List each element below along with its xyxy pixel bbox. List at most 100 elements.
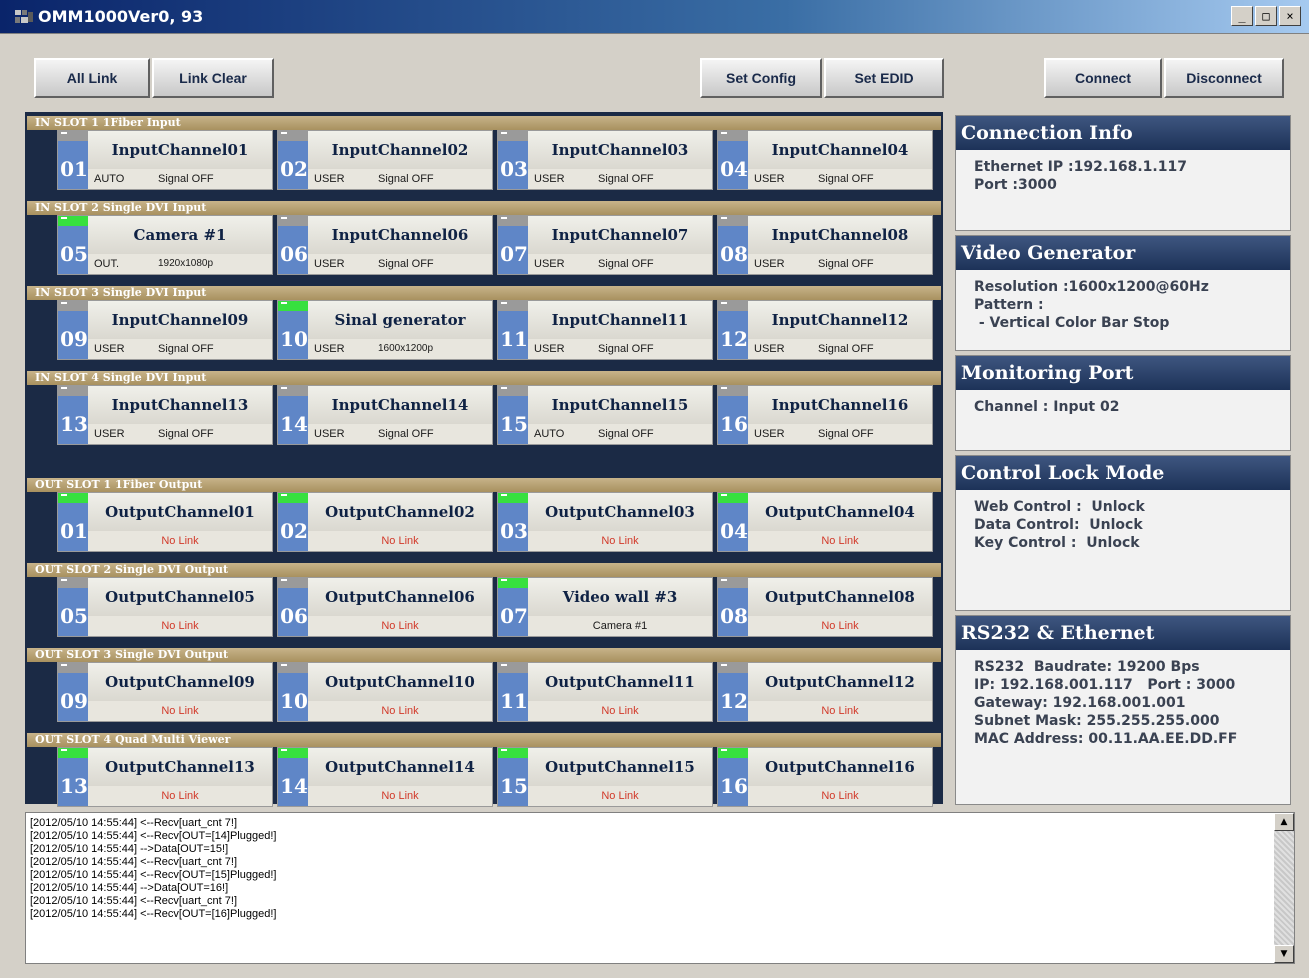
link-status: No Link: [161, 620, 199, 632]
channel-number: 15: [500, 774, 528, 798]
rs232-ethernet-title: RS232 & Ethernet: [956, 616, 1290, 650]
input-channel-cell[interactable]: 15 InputChannel15 AUTO Signal OFF: [497, 385, 713, 445]
log-line: [2012/05/10 14:55:44] <--Recv[uart_cnt 7…: [30, 817, 237, 829]
indicator-mark: [61, 387, 67, 389]
output-channel-cell[interactable]: 07 Video wall #3 Camera #1: [497, 577, 713, 637]
log-scrollbar[interactable]: ▲ ▼: [1274, 813, 1294, 963]
output-channel-cell[interactable]: 09 OutputChannel09 No Link: [57, 662, 273, 722]
input-channel-cell[interactable]: 13 InputChannel13 USER Signal OFF: [57, 385, 273, 445]
signal-inactive-indicator: [498, 301, 528, 311]
output-channel-cell[interactable]: 04 OutputChannel04 No Link: [717, 492, 933, 552]
link-status: No Link: [381, 790, 419, 802]
channel-name: InputChannel08: [771, 226, 909, 244]
channel-mode: USER: [94, 428, 125, 440]
indicator-mark: [61, 749, 67, 751]
channel-number: 06: [280, 604, 308, 628]
output-channel-cell[interactable]: 01 OutputChannel01 No Link: [57, 492, 273, 552]
disconnect-button[interactable]: Disconnect: [1164, 58, 1284, 98]
input-channel-cell[interactable]: 10 Sinal generator USER 1600x1200p: [277, 300, 493, 360]
input-channel-cell[interactable]: 12 InputChannel12 USER Signal OFF: [717, 300, 933, 360]
output-channel-cell[interactable]: 05 OutputChannel05 No Link: [57, 577, 273, 637]
log-line: [2012/05/10 14:55:44] <--Recv[uart_cnt 7…: [30, 856, 237, 868]
channel-name: Video wall #3: [562, 588, 678, 606]
indicator-mark: [721, 132, 727, 134]
channel-name: InputChannel01: [111, 141, 249, 159]
signal-inactive-indicator: [278, 216, 308, 226]
scroll-up-icon[interactable]: ▲: [1274, 813, 1294, 831]
log-textbox[interactable]: [2012/05/10 14:55:44] <--Recv[uart_cnt 7…: [25, 812, 1295, 964]
indicator-mark: [721, 749, 727, 751]
signal-active-indicator: [278, 748, 308, 758]
set-config-button[interactable]: Set Config: [700, 58, 822, 98]
all-link-button[interactable]: All Link: [34, 58, 150, 98]
output-channel-cell[interactable]: 08 OutputChannel08 No Link: [717, 577, 933, 637]
rs232-ethernet-body: RS232 Baudrate: 19200 Bps IP: 192.168.00…: [974, 659, 1238, 747]
link-clear-button[interactable]: Link Clear: [152, 58, 274, 98]
channel-number: 06: [280, 242, 308, 266]
signal-inactive-indicator: [58, 131, 88, 141]
indicator-mark: [721, 302, 727, 304]
scroll-down-icon[interactable]: ▼: [1274, 945, 1294, 963]
channel-name: InputChannel12: [771, 311, 909, 329]
channel-number: 03: [500, 157, 528, 181]
input-channel-cell[interactable]: 06 InputChannel06 USER Signal OFF: [277, 215, 493, 275]
input-channel-cell[interactable]: 04 InputChannel04 USER Signal OFF: [717, 130, 933, 190]
maximize-icon[interactable]: □: [1255, 6, 1277, 26]
output-channel-cell[interactable]: 13 OutputChannel13 No Link: [57, 747, 273, 807]
in-slot-header: IN SLOT 4 Single DVI Input: [27, 371, 941, 385]
output-channel-cell[interactable]: 02 OutputChannel02 No Link: [277, 492, 493, 552]
monitoring-port-body: Channel : Input 02: [974, 399, 1120, 415]
log-lines: [2012/05/10 14:55:44] <--Recv[uart_cnt 7…: [30, 817, 276, 921]
channel-name: OutputChannel14: [325, 758, 475, 776]
channel-name: OutputChannel16: [765, 758, 915, 776]
output-channel-cell[interactable]: 11 OutputChannel11 No Link: [497, 662, 713, 722]
output-channel-cell[interactable]: 14 OutputChannel14 No Link: [277, 747, 493, 807]
input-channel-cell[interactable]: 09 InputChannel09 USER Signal OFF: [57, 300, 273, 360]
connection-info-title: Connection Info: [956, 116, 1290, 150]
minimize-icon[interactable]: _: [1231, 6, 1253, 26]
input-channel-cell[interactable]: 02 InputChannel02 USER Signal OFF: [277, 130, 493, 190]
output-channel-cell[interactable]: 15 OutputChannel15 No Link: [497, 747, 713, 807]
signal-inactive-indicator: [58, 663, 88, 673]
channel-number: 07: [500, 242, 528, 266]
input-channel-cell[interactable]: 16 InputChannel16 USER Signal OFF: [717, 385, 933, 445]
input-channel-cell[interactable]: 08 InputChannel08 USER Signal OFF: [717, 215, 933, 275]
input-channel-cell[interactable]: 01 InputChannel01 AUTO Signal OFF: [57, 130, 273, 190]
input-channel-cell[interactable]: 05 Camera #1 OUT. 1920x1080p: [57, 215, 273, 275]
output-channel-cell[interactable]: 16 OutputChannel16 No Link: [717, 747, 933, 807]
channel-name: InputChannel03: [551, 141, 689, 159]
out-slot-header: OUT SLOT 4 Quad Multi Viewer: [27, 733, 941, 747]
rs232-ethernet-panel: RS232 & Ethernet RS232 Baudrate: 19200 B…: [955, 615, 1291, 805]
signal-active-indicator: [718, 748, 748, 758]
input-channel-cell[interactable]: 03 InputChannel03 USER Signal OFF: [497, 130, 713, 190]
channel-name: OutputChannel11: [545, 673, 695, 691]
indicator-mark: [281, 579, 287, 581]
set-edid-button[interactable]: Set EDID: [824, 58, 944, 98]
signal-inactive-indicator: [58, 386, 88, 396]
input-channel-cell[interactable]: 11 InputChannel11 USER Signal OFF: [497, 300, 713, 360]
indicator-mark: [61, 579, 67, 581]
connect-button[interactable]: Connect: [1044, 58, 1162, 98]
channel-number: 16: [720, 774, 748, 798]
input-channel-cell[interactable]: 07 InputChannel07 USER Signal OFF: [497, 215, 713, 275]
channel-mode: USER: [754, 258, 785, 270]
channel-number: 08: [720, 604, 748, 628]
signal-status: Signal OFF: [818, 428, 874, 440]
link-status: No Link: [161, 790, 199, 802]
close-icon[interactable]: ×: [1279, 6, 1301, 26]
link-status: No Link: [161, 535, 199, 547]
input-channel-cell[interactable]: 14 InputChannel14 USER Signal OFF: [277, 385, 493, 445]
signal-active-indicator: [498, 493, 528, 503]
channel-number: 02: [280, 157, 308, 181]
output-channel-cell[interactable]: 06 OutputChannel06 No Link: [277, 577, 493, 637]
channel-name: InputChannel09: [111, 311, 249, 329]
log-line: [2012/05/10 14:55:44] <--Recv[OUT=[15]Pl…: [30, 869, 277, 881]
output-channel-cell[interactable]: 10 OutputChannel10 No Link: [277, 662, 493, 722]
channel-name: OutputChannel06: [325, 588, 475, 606]
signal-status: Signal OFF: [378, 428, 434, 440]
output-channel-cell[interactable]: 03 OutputChannel03 No Link: [497, 492, 713, 552]
matrix-app-icon: [15, 10, 33, 23]
output-channel-cell[interactable]: 12 OutputChannel12 No Link: [717, 662, 933, 722]
signal-active-indicator: [278, 301, 308, 311]
channel-name: OutputChannel03: [545, 503, 695, 521]
